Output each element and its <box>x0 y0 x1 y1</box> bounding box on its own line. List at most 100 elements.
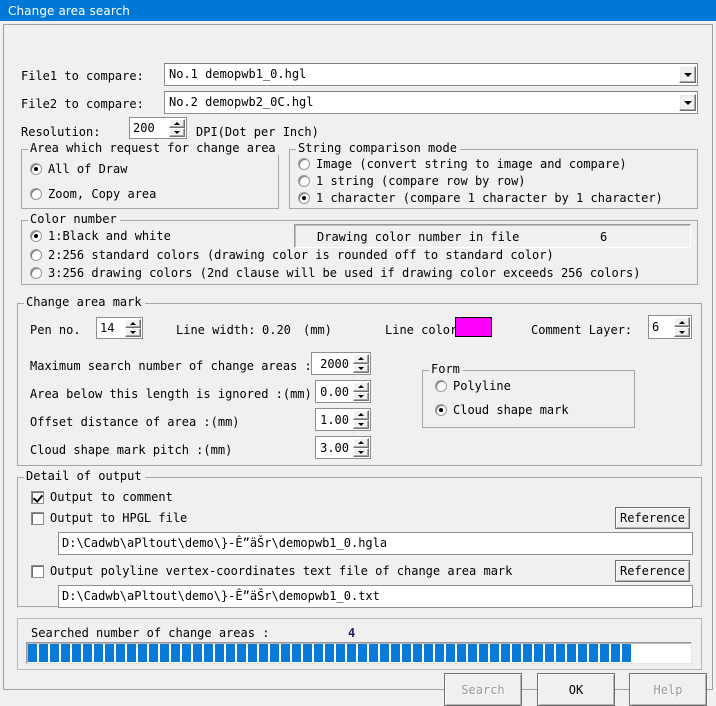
radio-zoom-copy-area[interactable]: Zoom, Copy area <box>30 187 156 201</box>
hpgl-path-input[interactable]: D:\Cadwb\aPltout\demo\}-Ê”äŠr\demopwb1_0… <box>58 532 693 555</box>
drawing-color-info-panel: Drawing color number in file 6 <box>294 224 691 248</box>
radio-all-of-draw[interactable]: All of Draw <box>30 162 127 176</box>
max-search-spin-down-icon[interactable] <box>353 363 369 373</box>
pitch-label: Cloud shape mark pitch :(mm) <box>30 443 233 457</box>
max-search-value[interactable]: 2000 <box>312 353 353 374</box>
form-group: Form Polyline Cloud shape mark <box>422 363 635 428</box>
radio-mode-1-string-label: 1 string (compare row by row) <box>316 174 526 188</box>
color-number-legend: Color number <box>28 213 120 226</box>
polyline-path-input[interactable]: D:\Cadwb\aPltout\demo\}-Ê”äŠr\demopwb1_0… <box>58 585 693 608</box>
hpgl-path-value: D:\Cadwb\aPltout\demo\}-Ê”äŠr\demopwb1_0… <box>62 536 388 550</box>
help-button[interactable]: Help <box>629 673 707 706</box>
pen-no-spinner-buttons[interactable] <box>125 319 141 337</box>
radio-indicator-icon <box>298 158 310 170</box>
radio-color-black-white[interactable]: 1:Black and white <box>30 229 171 243</box>
drawing-color-info-label: Drawing color number in file <box>317 230 520 244</box>
resolution-spinner[interactable]: 200 <box>129 117 187 139</box>
resolution-value[interactable]: 200 <box>130 118 169 138</box>
radio-indicator-icon <box>435 380 447 392</box>
radio-color-256-drawing-label: 3:256 drawing colors (2nd clause will be… <box>48 266 641 280</box>
max-search-spinner[interactable]: 2000 <box>311 352 371 375</box>
pen-no-spinner[interactable]: 14 <box>96 317 143 339</box>
offset-distance-value[interactable]: 1.00 <box>316 409 353 430</box>
radio-mode-image[interactable]: Image (convert string to image and compa… <box>298 157 627 171</box>
checkbox-output-to-comment-label: Output to comment <box>50 490 173 504</box>
ignore-length-spin-down-icon[interactable] <box>353 391 369 401</box>
comment-layer-spin-down-icon[interactable] <box>674 327 690 337</box>
radio-form-polyline[interactable]: Polyline <box>435 379 511 393</box>
ignore-length-label: Area below this length is ignored :(mm) <box>30 387 312 401</box>
checkbox-indicator-icon <box>31 564 44 578</box>
detail-of-output-group: Detail of output Output to comment Outpu… <box>17 470 702 608</box>
hpgl-reference-label: Reference <box>619 511 686 525</box>
comment-layer-spinner-buttons[interactable] <box>674 317 690 337</box>
pen-no-spin-down-icon[interactable] <box>125 328 141 337</box>
offset-distance-spinner-buttons[interactable] <box>353 410 369 429</box>
radio-color-256-drawing[interactable]: 3:256 drawing colors (2nd clause will be… <box>30 266 640 280</box>
radio-mode-1-character[interactable]: 1 character (compare 1 character by 1 ch… <box>298 191 663 205</box>
offset-spin-down-icon[interactable] <box>353 419 369 429</box>
radio-indicator-icon <box>30 163 42 175</box>
polyline-path-value: D:\Cadwb\aPltout\demo\}-Ê”äŠr\demopwb1_0… <box>62 589 380 603</box>
checkbox-output-to-hpgl[interactable]: Output to HPGL file <box>31 511 187 525</box>
offset-spin-up-icon[interactable] <box>353 410 369 420</box>
comment-layer-spinner[interactable]: 6 <box>648 315 692 339</box>
pitch-spinner[interactable]: 3.00 <box>315 436 371 459</box>
search-button[interactable]: Search <box>444 673 522 706</box>
search-progress-bar <box>26 642 692 664</box>
file1-dropdown-arrow-icon[interactable] <box>679 66 696 83</box>
pen-no-spin-up-icon[interactable] <box>125 319 141 328</box>
ok-button[interactable]: OK <box>537 673 615 706</box>
form-legend: Form <box>429 363 463 376</box>
pitch-value[interactable]: 3.00 <box>316 437 353 458</box>
polyline-reference-button[interactable]: Reference <box>615 560 690 582</box>
radio-form-cloud-shape[interactable]: Cloud shape mark <box>435 403 569 417</box>
pitch-spin-up-icon[interactable] <box>353 438 369 448</box>
max-search-spinner-buttons[interactable] <box>353 354 369 373</box>
ignore-length-spinner[interactable]: 0.00 <box>315 380 371 403</box>
line-width-value: 0.20 <box>262 323 291 337</box>
ignore-length-value[interactable]: 0.00 <box>316 381 353 402</box>
radio-indicator-icon <box>435 404 447 416</box>
radio-indicator-icon <box>298 175 310 187</box>
radio-mode-1-character-label: 1 character (compare 1 character by 1 ch… <box>316 191 663 205</box>
comment-layer-value[interactable]: 6 <box>649 316 674 338</box>
radio-indicator-icon <box>30 230 42 242</box>
pen-no-value[interactable]: 14 <box>97 318 125 338</box>
checkbox-output-to-comment[interactable]: Output to comment <box>31 490 173 504</box>
radio-mode-1-string[interactable]: 1 string (compare row by row) <box>298 174 526 188</box>
ok-button-label: OK <box>568 682 584 697</box>
hpgl-reference-button[interactable]: Reference <box>615 507 690 529</box>
offset-distance-spinner[interactable]: 1.00 <box>315 408 371 431</box>
ignore-length-spin-up-icon[interactable] <box>353 382 369 392</box>
radio-color-256-standard[interactable]: 2:256 standard colors (drawing color is … <box>30 248 554 262</box>
resolution-spin-down-icon[interactable] <box>169 128 185 137</box>
checkbox-output-to-hpgl-label: Output to HPGL file <box>50 511 188 525</box>
area-request-legend: Area which request for change area <box>28 142 279 155</box>
radio-indicator-icon <box>30 267 42 279</box>
ignore-length-spinner-buttons[interactable] <box>353 382 369 401</box>
polyline-reference-label: Reference <box>619 564 686 578</box>
max-search-label: Maximum search number of change areas : <box>30 359 312 373</box>
resolution-spinner-buttons[interactable] <box>169 119 185 137</box>
resolution-spin-up-icon[interactable] <box>169 119 185 128</box>
file2-combobox[interactable]: No.2 demopwb2_0C.hgl <box>164 91 698 114</box>
max-search-spin-up-icon[interactable] <box>353 354 369 364</box>
file1-label: File1 to compare: <box>21 69 144 83</box>
change-area-mark-legend: Change area mark <box>24 296 145 309</box>
comment-layer-spin-up-icon[interactable] <box>674 317 690 327</box>
progress-group: Searched number of change areas : 4 <box>17 618 702 670</box>
radio-form-polyline-label: Polyline <box>453 379 511 393</box>
file2-dropdown-arrow-icon[interactable] <box>679 94 696 111</box>
search-button-label: Search <box>461 682 505 697</box>
pitch-spin-down-icon[interactable] <box>353 447 369 457</box>
checkbox-output-polyline-text[interactable]: Output polyline vertex-coordinates text … <box>31 564 512 578</box>
radio-zoom-copy-area-label: Zoom, Copy area <box>48 187 157 201</box>
checkbox-indicator-icon <box>31 511 44 525</box>
pen-no-label: Pen no. <box>30 323 81 337</box>
radio-indicator-icon <box>30 249 42 261</box>
progress-label: Searched number of change areas : <box>31 626 270 640</box>
pitch-spinner-buttons[interactable] <box>353 438 369 457</box>
file1-combobox[interactable]: No.1 demopwb1_0.hgl <box>164 63 698 86</box>
line-color-swatch[interactable] <box>455 317 492 337</box>
